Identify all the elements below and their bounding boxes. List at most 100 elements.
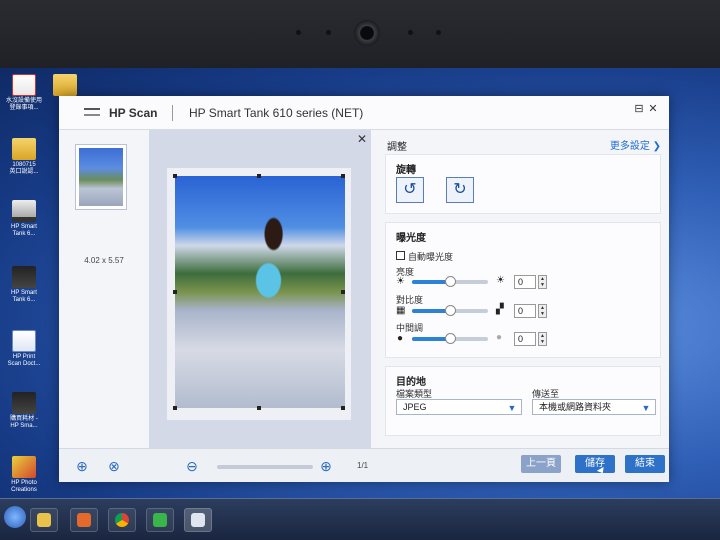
taskbar-chrome[interactable] <box>108 508 136 532</box>
zoom-slider[interactable] <box>217 465 313 469</box>
scanner-icon <box>12 200 36 222</box>
device-name: HP Smart Tank 610 series (NET) <box>189 106 364 120</box>
rotate-left-icon: ↺ <box>403 181 417 198</box>
scanned-photo[interactable] <box>175 176 345 408</box>
restore-icon[interactable]: ⊟ <box>633 102 645 115</box>
desktop-icon-label: HP Smart Tank 6... <box>11 224 37 237</box>
zoom-out-icon[interactable]: ⊖ <box>183 457 201 475</box>
zoom-in-icon[interactable]: ⊕ <box>317 457 335 475</box>
crop-handle[interactable] <box>173 174 177 178</box>
desktop-icon-label: HP Photo Creations <box>11 480 37 493</box>
desktop-icon-hp-scan[interactable]: HP Smart Tank 6... <box>2 200 46 238</box>
close-icon[interactable]: ✕ <box>647 102 659 115</box>
contrast-low-icon: ▦ <box>396 305 406 316</box>
auto-exposure-checkbox[interactable] <box>396 251 405 260</box>
desktop-icon-label: 1080715 英口說認... <box>9 162 39 175</box>
page-thumbnail[interactable] <box>75 144 127 210</box>
desktop-icon-label: HP Smart Tank 6... <box>11 290 37 303</box>
contrast-slider[interactable] <box>412 305 488 316</box>
rotate-heading: 旋轉 <box>396 165 416 176</box>
scanner-icon <box>191 513 205 527</box>
crop-handle[interactable] <box>257 174 261 178</box>
webcam-sensor <box>296 30 301 35</box>
crop-handle[interactable] <box>341 174 345 178</box>
end-button[interactable]: 結束 <box>625 455 665 473</box>
taskbar-line[interactable] <box>146 508 174 532</box>
preview-area: ✕ <box>149 130 371 448</box>
auto-exposure-label: 自動曝光度 <box>408 252 454 262</box>
pdf-icon <box>12 74 36 96</box>
thumbnail-column: 4.02 x 5.57 <box>59 130 149 448</box>
crop-handle[interactable] <box>341 290 345 294</box>
desktop-icon-label: HP Print Scan Doct... <box>7 354 41 367</box>
destination-heading: 目的地 <box>396 377 426 388</box>
midtone-value[interactable]: 0 <box>514 332 536 346</box>
taskbar-explorer[interactable] <box>30 508 58 532</box>
save-button[interactable]: 儲存 <box>575 455 615 473</box>
settings-panel: 調整 更多設定 ❯ 旋轉 ↺ ↻ 曝光度 自動曝光度 亮度 ☀ ☀ 0 ▲ ▼ 對… <box>371 130 669 448</box>
destination-section: 目的地 檔案類型 JPEG ▼ 傳送至 本機或網路資料夾 ▼ <box>385 366 661 436</box>
midtone-low-icon: ● <box>397 333 404 344</box>
more-settings-link[interactable]: 更多設定 ❯ <box>610 137 661 152</box>
taskbar-media-player[interactable] <box>70 508 98 532</box>
slider-knob[interactable] <box>445 333 456 344</box>
exposure-heading: 曝光度 <box>396 233 426 244</box>
desktop-icon-folder[interactable] <box>52 74 78 98</box>
printer-icon <box>12 392 36 414</box>
brightness-slider[interactable] <box>412 276 488 287</box>
midtone-spinner[interactable]: ▲ ▼ <box>538 332 547 346</box>
crop-handle[interactable] <box>173 406 177 410</box>
brightness-spinner[interactable]: ▲ ▼ <box>538 275 547 289</box>
desktop-icon-folder-2[interactable]: 1080715 英口說認... <box>2 138 46 176</box>
brightness-low-icon: ☀ <box>396 276 405 287</box>
webcam-sensor <box>326 30 331 35</box>
desktop-icon-hp-printer[interactable]: HP Smart Tank 6... <box>2 266 46 304</box>
thumbnail-size: 4.02 x 5.57 <box>84 256 124 265</box>
desktop-icon-hp-photo[interactable]: HP Photo Creations <box>2 456 46 494</box>
folder-icon <box>12 138 36 160</box>
rotate-left-button[interactable]: ↺ <box>396 177 424 203</box>
contrast-spinner[interactable]: ▲ ▼ <box>538 304 547 318</box>
page-count: 1/1 <box>357 461 369 470</box>
folder-icon <box>37 513 51 527</box>
desktop-icon-pdf[interactable]: 水沒設備使用 登錄事項... <box>2 74 46 112</box>
contrast-high-icon: ▞ <box>496 304 504 315</box>
taskbar-hp-scan[interactable] <box>184 508 212 532</box>
settings-title: 調整 <box>387 142 407 153</box>
hp-scan-logo-icon <box>84 108 100 116</box>
brightness-value[interactable]: 0 <box>514 275 536 289</box>
doc-icon <box>12 330 36 352</box>
crop-handle[interactable] <box>257 406 261 410</box>
rotate-right-button[interactable]: ↻ <box>446 177 474 203</box>
line-icon <box>153 513 167 527</box>
previous-page-button[interactable]: 上一頁 <box>521 455 561 473</box>
desktop-icon-print-scan-doctor[interactable]: HP Print Scan Doct... <box>2 330 46 368</box>
preview-close-icon[interactable]: ✕ <box>357 132 367 146</box>
delete-page-icon[interactable]: ⊗ <box>105 457 123 475</box>
webcam-sensor <box>436 30 441 35</box>
folder-icon <box>53 74 77 96</box>
webcam <box>354 20 380 46</box>
add-page-icon[interactable]: ⊕ <box>73 457 91 475</box>
chevron-down-icon: ▼ <box>507 403 517 413</box>
media-player-icon <box>77 513 91 527</box>
rotate-section: 旋轉 ↺ ↻ <box>385 154 661 214</box>
send-to-select[interactable]: 本機或網路資料夾 ▼ <box>532 399 656 415</box>
slider-knob[interactable] <box>445 276 456 287</box>
desktop-icon-buy-supplies[interactable]: 購買耗材 - HP Sma... <box>2 392 46 430</box>
send-to-value: 本機或網路資料夾 <box>539 402 612 412</box>
desktop-icon-label: 購買耗材 - HP Sma... <box>10 416 38 429</box>
brightness-high-icon: ☀ <box>496 275 505 286</box>
contrast-value[interactable]: 0 <box>514 304 536 318</box>
midtone-high-icon: ● <box>496 332 503 343</box>
slider-knob[interactable] <box>445 305 456 316</box>
app-name: HP Scan <box>109 106 158 120</box>
chevron-down-icon: ▼ <box>641 403 651 413</box>
exposure-section: 曝光度 自動曝光度 亮度 ☀ ☀ 0 ▲ ▼ 對比度 ▦ ▞ 0 ▲ ▼ 中間調 ●… <box>385 222 661 358</box>
crop-handle[interactable] <box>173 290 177 294</box>
start-button[interactable] <box>4 506 26 528</box>
file-type-select[interactable]: JPEG ▼ <box>396 399 522 415</box>
scan-page <box>167 168 351 420</box>
midtone-slider[interactable] <box>412 333 488 344</box>
crop-handle[interactable] <box>341 406 345 410</box>
